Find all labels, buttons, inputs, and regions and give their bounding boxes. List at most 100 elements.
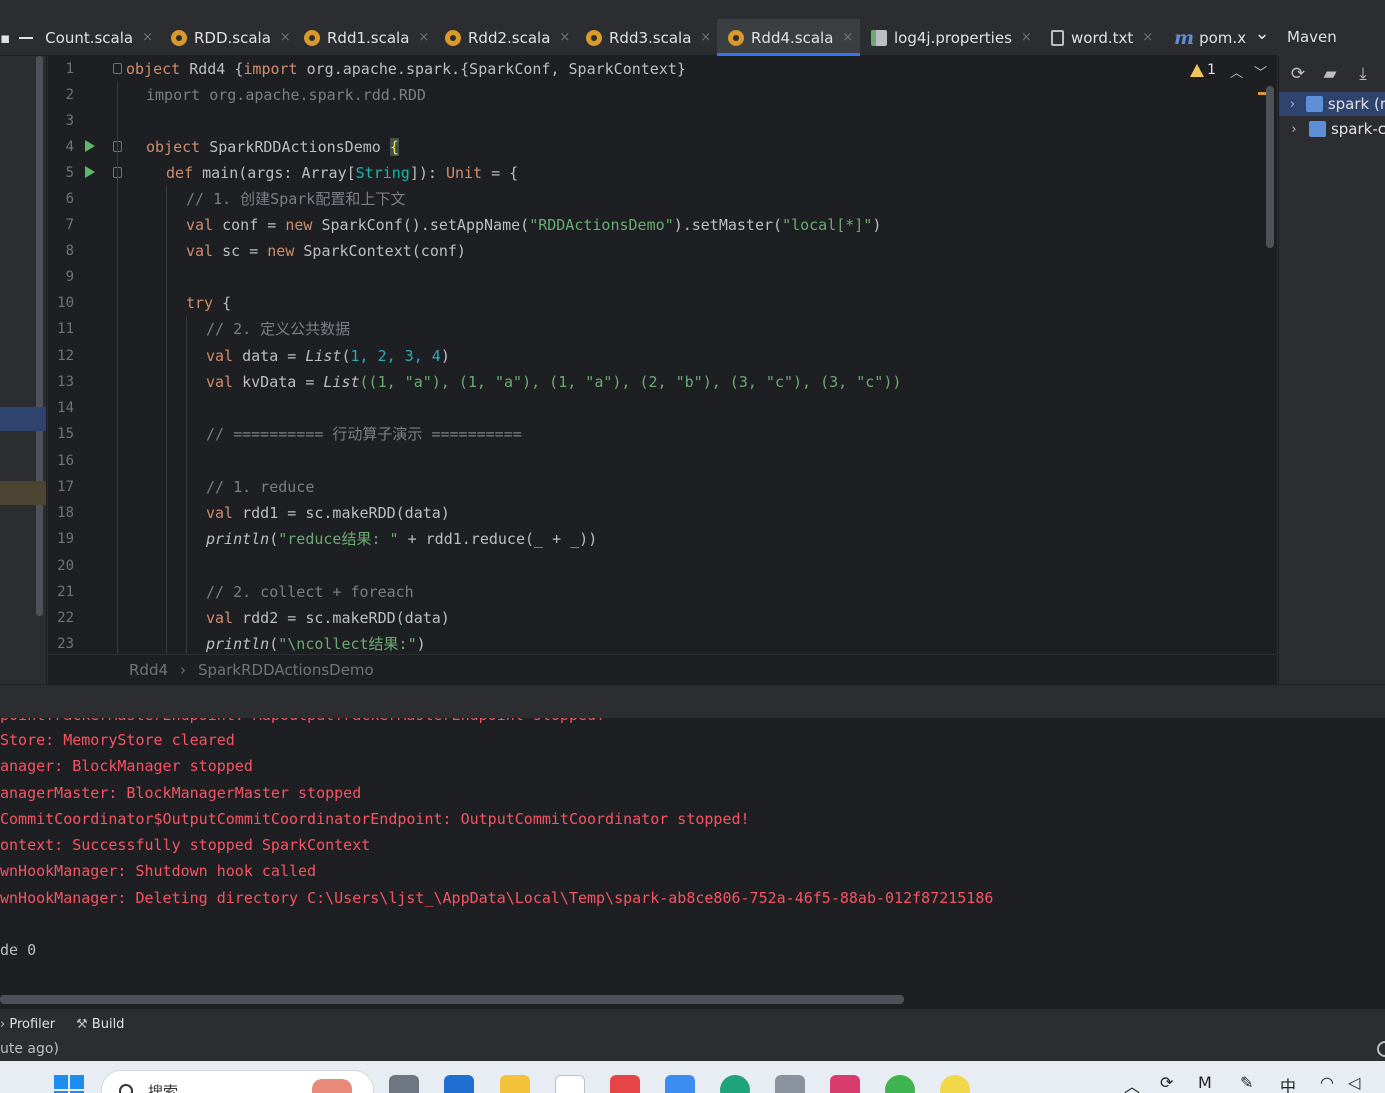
line-number: 22 <box>57 610 74 626</box>
wechat-icon[interactable] <box>885 1075 915 1093</box>
line-number: 15 <box>57 426 74 442</box>
close-icon[interactable]: × <box>1142 30 1153 45</box>
tab-pom-xml[interactable]: m pom.x <box>1164 19 1247 56</box>
reload-icon[interactable]: ⟳ <box>1288 64 1308 84</box>
chevron-down-icon[interactable]: ﹀ <box>1254 62 1267 81</box>
tab-word-txt[interactable]: word.txt × <box>1040 19 1164 56</box>
windows-start-icon[interactable] <box>54 1075 84 1093</box>
breadcrumb-item[interactable]: Rdd4 <box>129 661 168 679</box>
file-explorer-icon[interactable] <box>500 1075 530 1093</box>
close-icon[interactable]: × <box>142 30 153 45</box>
tab-rdd3-scala[interactable]: Rdd3.scala × <box>575 19 717 56</box>
close-icon[interactable]: × <box>559 30 570 45</box>
run-console[interactable]: pointTrackerMasterEndpoint: MapOutputTra… <box>0 718 1385 1008</box>
tab-label: log4j.properties <box>894 28 1012 47</box>
code-line-4: object SparkRDDActionsDemo { <box>146 138 399 156</box>
console-line: Store: MemoryStore cleared <box>0 731 235 749</box>
sync-icon[interactable]: ⟳ <box>1160 1073 1173 1092</box>
chevron-up-icon[interactable]: ︿ <box>1124 1073 1140 1093</box>
maven-project-item[interactable]: › spark (r <box>1279 92 1385 116</box>
code-line-21: // 2. collect + foreach <box>206 583 414 601</box>
line-number: 20 <box>57 558 74 574</box>
code-line-8: val sc = new SparkContext(conf) <box>186 242 466 260</box>
editor-scrollbar[interactable] <box>1266 86 1274 248</box>
code-line-17: // 1. reduce <box>206 478 315 496</box>
code-editor[interactable]: 1 2 3 4 5 6 7 8 9 10 11 12 13 14 15 16 1… <box>48 56 1277 654</box>
wifi-icon[interactable]: ◠ <box>1320 1073 1334 1092</box>
code-line-1: object Rdd4 {import org.apache.spark.{Sp… <box>126 60 686 78</box>
status-text: ute ago) <box>0 1041 59 1057</box>
chevron-down-icon: ⌄ <box>1254 23 1270 44</box>
tab-rdd4-scala[interactable]: Rdd4.scala × <box>717 19 860 56</box>
run-icon[interactable] <box>85 140 95 152</box>
intellij-idea-icon[interactable] <box>830 1075 860 1093</box>
taskbar-search-box[interactable]: 搜索 <box>101 1070 374 1093</box>
tab-rdd-scala[interactable]: RDD.scala × <box>160 19 293 56</box>
search-highlight-icon <box>312 1079 352 1093</box>
tab-label: RDD.scala <box>194 28 271 47</box>
maven-project-label: spark-c <box>1330 120 1385 138</box>
folder-icon[interactable]: ▰ <box>1320 64 1340 84</box>
editor-tab-bar: ▪ Count.scala × RDD.scala × Rdd1.scala ×… <box>0 19 1278 56</box>
tab-rdd1-scala[interactable]: Rdd1.scala × <box>293 19 434 56</box>
edge-browser-icon[interactable] <box>720 1075 750 1093</box>
volume-icon[interactable]: ◁ <box>1348 1073 1360 1092</box>
run-icon[interactable] <box>85 166 95 178</box>
scala-file-icon <box>586 29 602 46</box>
close-icon[interactable]: × <box>700 30 711 45</box>
profiler-tab[interactable]: › Profiler <box>0 1017 55 1032</box>
tab-overflow-button[interactable]: ⌄ <box>1247 19 1277 56</box>
indent-guide <box>117 82 118 654</box>
app-icon[interactable] <box>610 1075 640 1093</box>
line-number: 14 <box>57 400 74 416</box>
close-icon[interactable]: × <box>842 30 853 45</box>
tab-count-scala[interactable]: ▪ Count.scala × <box>0 19 160 56</box>
build-tab[interactable]: ⚒ Build <box>76 1017 124 1032</box>
ime-indicator[interactable]: 中 <box>1280 1073 1296 1093</box>
scala-file-icon <box>728 29 744 46</box>
tab-log4j-properties[interactable]: log4j.properties × <box>860 19 1040 56</box>
search-icon <box>119 1084 133 1093</box>
app-icon[interactable] <box>940 1075 970 1093</box>
line-number: 9 <box>65 269 74 285</box>
close-icon[interactable]: × <box>1021 30 1032 45</box>
mail-app-icon[interactable] <box>555 1075 585 1093</box>
chat-app-icon[interactable] <box>665 1075 695 1093</box>
search-placeholder: 搜索 <box>148 1083 179 1093</box>
console-line: wnHookManager: Deleting directory C:\Use… <box>0 889 994 907</box>
chevron-up-icon[interactable]: ︿ <box>1230 62 1243 81</box>
download-icon[interactable]: ⤓ <box>1353 64 1373 84</box>
line-number: 4 <box>65 139 74 155</box>
code-line-18: val rdd1 = sc.makeRDD(data) <box>206 504 450 522</box>
tab-rdd2-scala[interactable]: Rdd2.scala × <box>434 19 575 56</box>
maven-panel: ⟳ ▰ ⤓ › spark (r › spark-c <box>1278 56 1385 684</box>
project-scrollbar[interactable] <box>36 56 43 616</box>
chevron-right-icon: › <box>0 1017 6 1032</box>
console-horizontal-scrollbar[interactable] <box>0 995 904 1004</box>
maven-project-label: spark (r <box>1327 95 1385 113</box>
task-view-icon[interactable] <box>389 1075 419 1093</box>
code-line-5: def main(args: Array[String]): Unit = { <box>166 164 519 182</box>
run-console-header <box>0 684 1385 718</box>
store-icon[interactable] <box>444 1075 474 1093</box>
inspection-widget[interactable]: 1 <box>1190 62 1216 78</box>
code-line-13: val kvData = List((1, "a"), (1, "a"), (1… <box>206 373 902 391</box>
close-icon[interactable]: × <box>280 30 291 45</box>
fold-icon[interactable] <box>113 63 122 74</box>
hammer-icon: ⚒ <box>76 1017 88 1032</box>
maven-project-item[interactable]: › spark-c <box>1279 117 1385 141</box>
close-icon[interactable]: × <box>418 30 429 45</box>
line-number: 11 <box>57 321 74 337</box>
chevron-right-icon: › <box>1289 96 1296 112</box>
progress-icon[interactable] <box>1377 1041 1385 1057</box>
console-line: anager: BlockManager stopped <box>0 757 253 775</box>
app-tray-icon[interactable]: M <box>1198 1073 1212 1092</box>
line-number: 18 <box>57 505 74 521</box>
breadcrumb-item[interactable]: SparkRDDActionsDemo <box>198 661 374 679</box>
pen-icon[interactable]: ✎ <box>1240 1073 1253 1092</box>
tool-window-tabs: › Profiler ⚒ Build <box>0 1008 1385 1038</box>
code-line-22: val rdd2 = sc.makeRDD(data) <box>206 609 450 627</box>
camera-icon[interactable] <box>775 1075 805 1093</box>
line-number: 3 <box>65 113 74 129</box>
code-line-12: val data = List(1, 2, 3, 4) <box>206 347 450 365</box>
